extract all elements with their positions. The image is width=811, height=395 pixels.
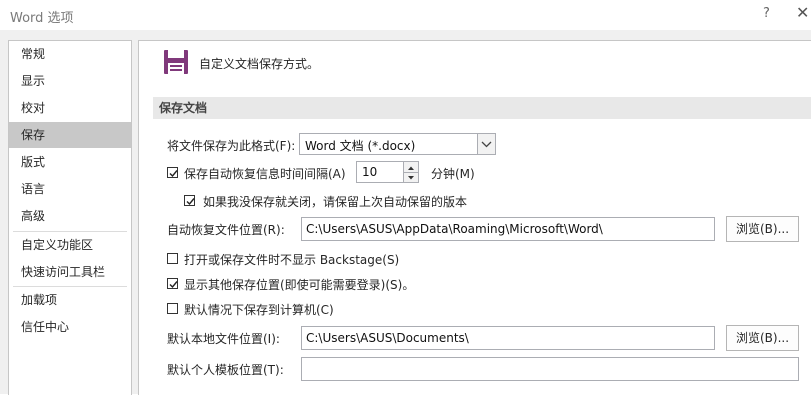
sidebar-item-language[interactable]: 语言 <box>9 176 131 202</box>
sidebar-item-display[interactable]: 显示 <box>9 68 131 94</box>
sidebar-item-advanced[interactable]: 高级 <box>9 203 131 229</box>
autorecover-minutes-value: 10 <box>362 165 378 179</box>
autorecover-checkbox[interactable] <box>167 167 178 178</box>
show-other-locations-label: 显示其他保存位置(即使可能需要登录)(S)。 <box>184 278 415 292</box>
sidebar-item-proofing[interactable]: 校对 <box>9 95 131 121</box>
sidebar-item-general[interactable]: 常规 <box>9 41 131 67</box>
save-options-panel: 自定义文档保存方式。 保存文档 将文件保存为此格式(F): Word 文档 (*… <box>138 40 811 395</box>
save-icon <box>164 50 188 74</box>
format-select[interactable]: Word 文档 (*.docx) <box>299 133 496 155</box>
autorecover-minutes-input[interactable]: 10 <box>356 161 404 183</box>
sidebar-nav: 常规 显示 校对 保存 版式 语言 高级 自定义功能区 快速访问工具栏 加载项 … <box>8 40 132 395</box>
browse-autorecover-button[interactable]: 浏览(B)... <box>726 216 799 242</box>
keep-last-version-label: 如果我没保存就关闭，请保留上次自动保留的版本 <box>203 195 468 209</box>
autorecover-location-input[interactable]: C:\Users\ASUS\AppData\Roaming\Microsoft\… <box>301 217 715 241</box>
autorecover-label: 保存自动恢复信息时间间隔(A) <box>184 167 346 181</box>
spin-down-icon[interactable] <box>404 172 418 182</box>
sidebar-item-layout[interactable]: 版式 <box>9 149 131 175</box>
template-location-label: 默认个人模板位置(T): <box>167 363 284 377</box>
autorecover-location-value: C:\Users\ASUS\AppData\Roaming\Microsoft\… <box>306 222 603 236</box>
keep-last-version-checkbox[interactable] <box>184 195 195 206</box>
save-to-computer-checkbox[interactable] <box>167 303 178 314</box>
sidebar-item-trust-center[interactable]: 信任中心 <box>9 314 131 340</box>
close-icon[interactable]: ✕ <box>796 3 809 22</box>
sidebar-item-addins[interactable]: 加载项 <box>9 287 131 313</box>
window-title: Word 选项 <box>10 11 74 26</box>
sidebar-item-customize-ribbon[interactable]: 自定义功能区 <box>9 232 131 258</box>
dialog-body: 常规 显示 校对 保存 版式 语言 高级 自定义功能区 快速访问工具栏 加载项 … <box>0 30 811 395</box>
no-backstage-checkbox[interactable] <box>167 253 178 264</box>
local-location-value: C:\Users\ASUS\Documents\ <box>306 331 469 345</box>
show-other-locations-checkbox[interactable] <box>167 278 178 289</box>
browse-local-button[interactable]: 浏览(B)... <box>726 325 799 351</box>
sidebar-item-save[interactable]: 保存 <box>9 122 131 148</box>
save-to-computer-label: 默认情况下保存到计算机(C) <box>184 303 334 317</box>
chevron-down-icon[interactable] <box>477 134 495 154</box>
minutes-unit-label: 分钟(M) <box>431 167 475 181</box>
no-backstage-label: 打开或保存文件时不显示 Backstage(S) <box>184 253 400 267</box>
page-heading: 自定义文档保存方式。 <box>199 57 320 71</box>
format-label: 将文件保存为此格式(F): <box>167 139 296 153</box>
sidebar-item-quick-access[interactable]: 快速访问工具栏 <box>9 259 131 285</box>
title-bar: Word 选项 ? ✕ <box>0 0 811 30</box>
template-location-input[interactable] <box>301 357 799 381</box>
format-select-value: Word 文档 (*.docx) <box>305 139 416 153</box>
local-location-label: 默认本地文件位置(I): <box>167 332 280 346</box>
section-header: 保存文档 <box>153 97 811 119</box>
local-location-input[interactable]: C:\Users\ASUS\Documents\ <box>301 326 715 350</box>
autorecover-stepper[interactable] <box>404 161 419 183</box>
help-icon[interactable]: ? <box>763 6 770 21</box>
autorecover-location-label: 自动恢复文件位置(R): <box>167 223 285 237</box>
